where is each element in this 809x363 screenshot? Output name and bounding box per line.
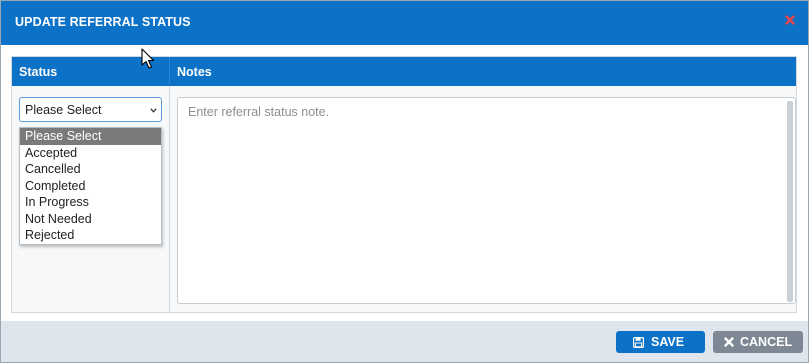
notes-column-header: Notes [177,65,212,79]
status-option-not-needed[interactable]: Not Needed [20,211,161,228]
status-select[interactable]: Please Select [19,97,162,122]
notes-field[interactable] [177,97,796,304]
status-select-value: Please Select [25,103,102,117]
floppy-disk-icon [633,336,644,348]
cancel-button-label: CANCEL [740,335,793,349]
table-header: Status Notes [12,57,796,86]
save-button[interactable]: SAVE [616,331,705,353]
status-column-header: Status [19,65,58,79]
column-divider [169,86,170,312]
chevron-down-icon [150,106,157,115]
status-option-completed[interactable]: Completed [20,178,161,195]
cancel-button[interactable]: CANCEL [713,331,803,353]
status-option-cancelled[interactable]: Cancelled [20,161,161,178]
dialog-title: UPDATE REFERRAL STATUS [15,15,191,29]
mouse-pointer-icon [141,48,155,69]
notes-scrollbar[interactable] [787,101,793,302]
status-dropdown-list: Please Select Accepted Cancelled Complet… [19,127,162,245]
dialog-body: Status Notes Please Select Please Select… [1,45,808,321]
save-button-label: SAVE [651,335,685,349]
x-icon [724,337,734,347]
status-notes-table: Status Notes Please Select Please Select… [11,56,797,313]
status-option-accepted[interactable]: Accepted [20,145,161,162]
notes-textarea[interactable] [178,98,795,303]
status-option-please-select[interactable]: Please Select [20,128,161,145]
status-option-in-progress[interactable]: In Progress [20,194,161,211]
close-icon[interactable] [784,14,796,26]
update-referral-status-dialog: UPDATE REFERRAL STATUS Status Notes Plea… [0,0,809,363]
dialog-titlebar: UPDATE REFERRAL STATUS [1,1,808,45]
status-option-rejected[interactable]: Rejected [20,227,161,244]
header-divider [169,57,170,86]
dialog-footer: SAVE CANCEL [1,321,808,362]
